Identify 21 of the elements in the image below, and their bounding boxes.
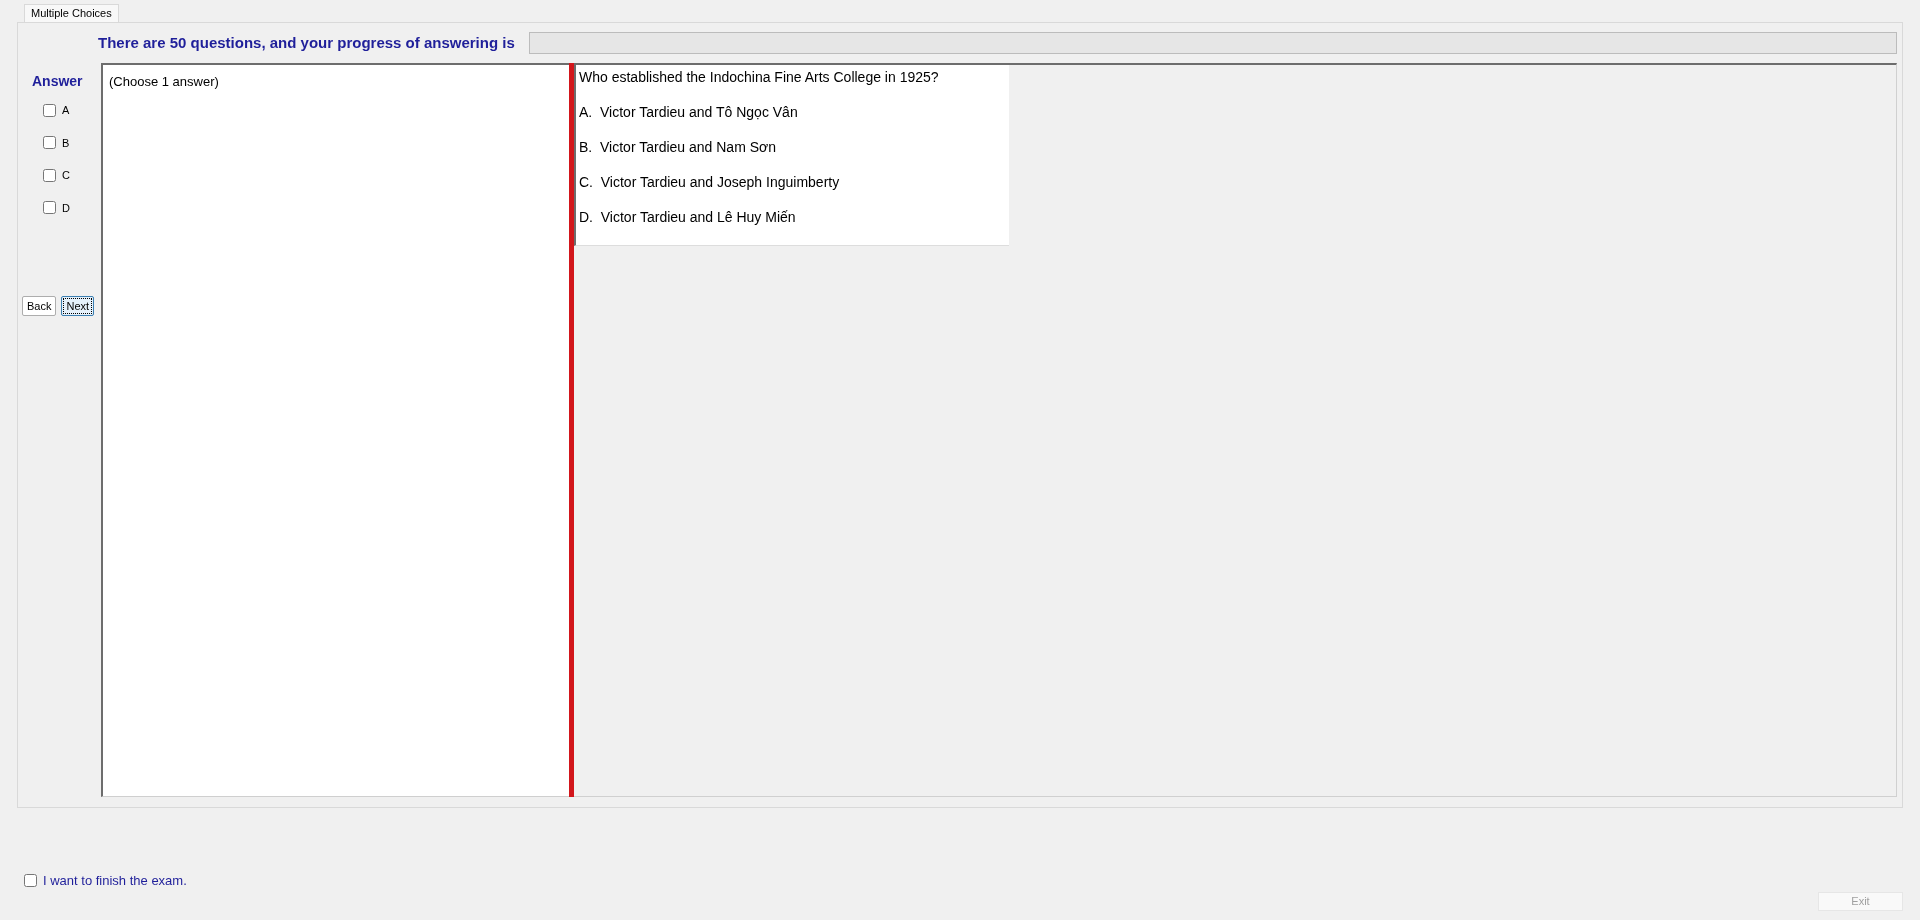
back-button[interactable]: Back: [22, 296, 57, 316]
answer-heading: Answer: [32, 72, 83, 91]
answer-checkbox[interactable]: [43, 103, 56, 117]
next-button[interactable]: Next: [61, 296, 95, 316]
answer-checkbox[interactable]: [43, 168, 56, 182]
question-text: Who established the Indochina Fine Arts College in 1925?: [579, 68, 940, 87]
answer-choice-text: B. Victor Tardieu and Nam Sơn: [579, 138, 777, 157]
answer-choice-text: D. Victor Tardieu and Lê Huy Miến: [579, 208, 797, 227]
answer-option-label[interactable]: C: [62, 167, 70, 184]
answer-checkbox[interactable]: [43, 136, 56, 150]
tab[interactable]: Multiple Choices: [24, 4, 119, 22]
answer-option-label[interactable]: A: [62, 102, 70, 119]
answer-option-label[interactable]: D: [62, 199, 70, 216]
answer-checkbox[interactable]: [43, 201, 56, 215]
finish-label[interactable]: I want to finish the exam.: [43, 871, 187, 891]
answer-choice-text: C. Victor Tardieu and Joseph Inguimberty: [579, 173, 841, 192]
answer-choice-text: A. Victor Tardieu and Tô Ngọc Vân: [579, 103, 799, 122]
finish-checkbox[interactable]: [24, 874, 37, 888]
progress-text: There are 50 questions, and your progress of answering is: [98, 32, 515, 53]
answer-option-label[interactable]: B: [62, 134, 70, 151]
instruction-text: (Choose 1 answer): [109, 74, 219, 89]
